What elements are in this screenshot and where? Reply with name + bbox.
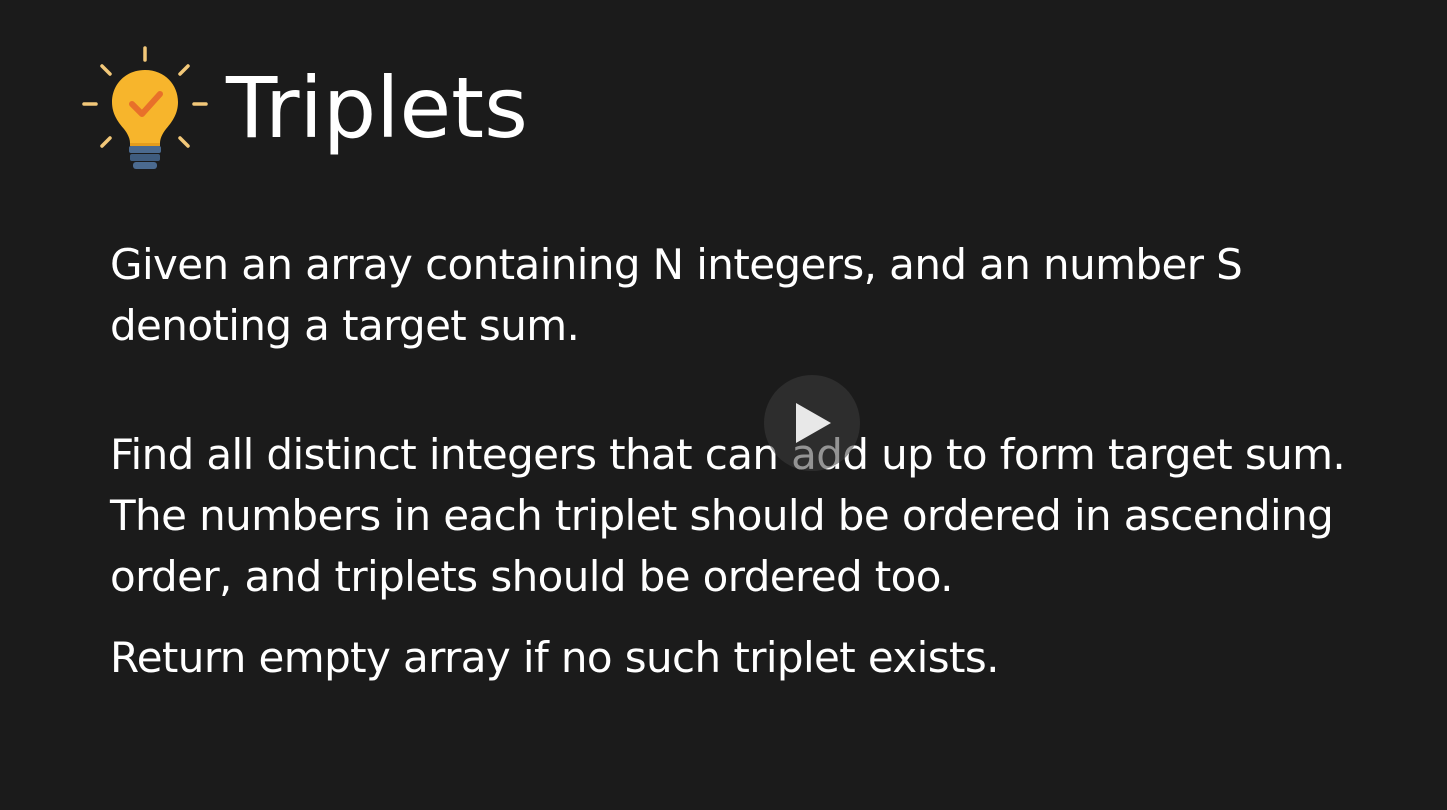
play-icon bbox=[796, 403, 831, 443]
video-slide: Triplets Given an array containing N int… bbox=[0, 0, 1447, 810]
paragraph-return-note: Return empty array if no such triplet ex… bbox=[110, 633, 1000, 682]
slide-title: Triplets bbox=[226, 59, 528, 157]
play-button[interactable] bbox=[764, 375, 860, 471]
lightbulb-check-icon bbox=[82, 46, 208, 169]
paragraph-task-description: Find all distinct integers that can add … bbox=[110, 430, 1346, 601]
paragraph-problem-statement: Given an array containing N integers, an… bbox=[110, 240, 1243, 350]
